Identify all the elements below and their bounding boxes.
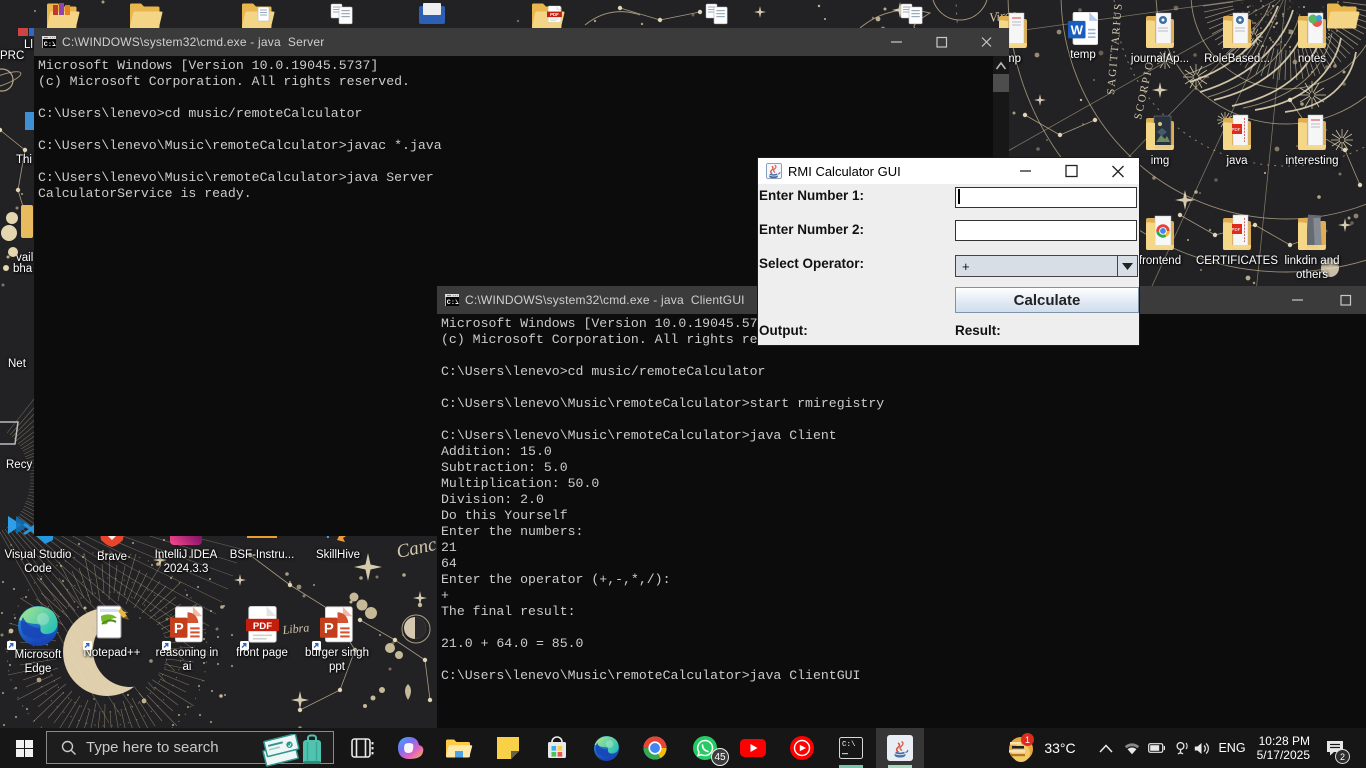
svg-text:PDF: PDF	[1232, 227, 1241, 232]
svg-text:PDF: PDF	[1232, 127, 1241, 132]
svg-text:C:\: C:\	[842, 741, 856, 749]
